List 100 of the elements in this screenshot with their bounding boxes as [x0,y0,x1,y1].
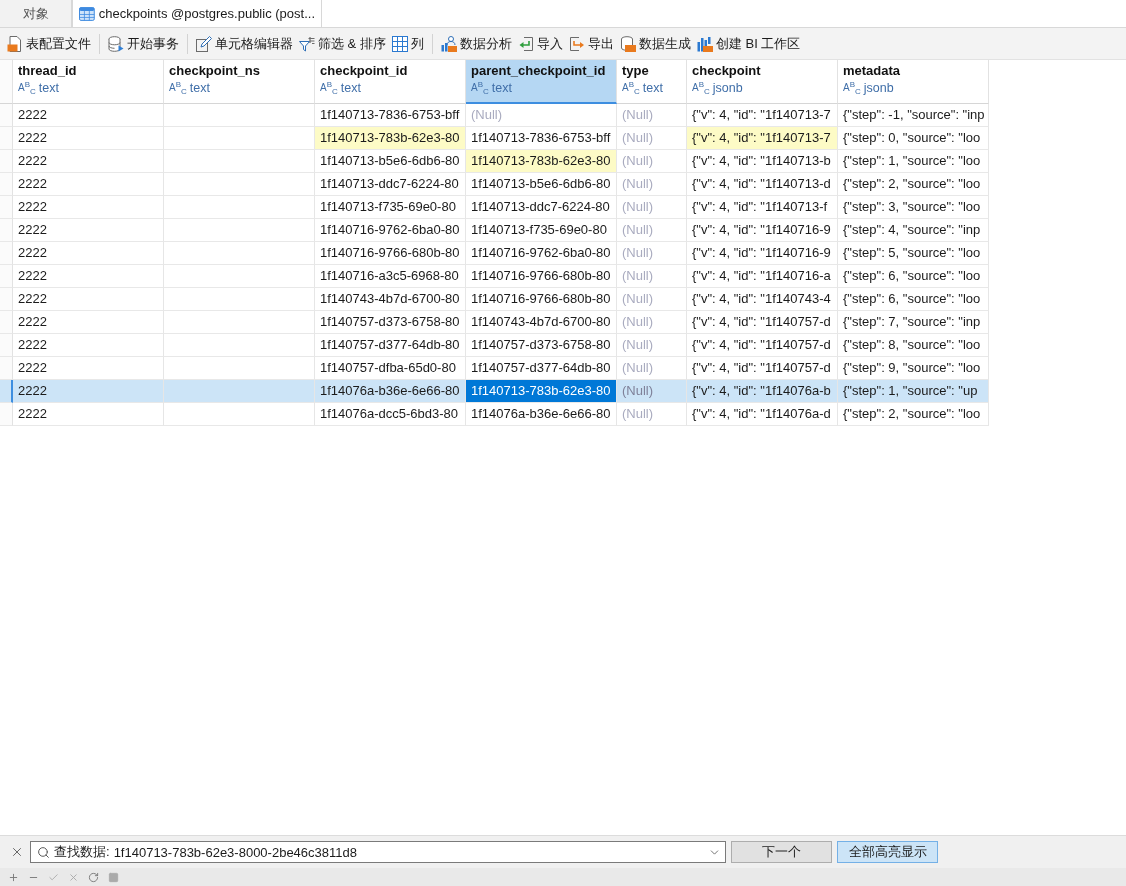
table-cell: 1f140713-f735-69e0-80 [315,196,466,219]
table-cell: (Null) [466,104,617,127]
table-cell: {"v": 4, "id": "1f140716-9 [687,242,838,265]
table-cell: {"v": 4, "id": "1f140716-9 [687,219,838,242]
table-cell: {"step": 6, "source": "loo [838,288,989,311]
table-cell: 1f140713-7836-6753-bff [466,127,617,150]
table-cell: 1f140716-9766-680b-80 [466,265,617,288]
table-cell: 1f140757-d373-6758-80 [315,311,466,334]
table-cell: 2222 [13,219,164,242]
toolbar-button[interactable]: 数据分析 [437,30,515,57]
column-name: checkpoint_id [320,63,408,78]
toolbar-button[interactable]: 开始事务 [105,30,182,57]
table-cell: 1f140713-7836-6753-bff [315,104,466,127]
table-cell: (Null) [617,196,687,219]
pencil-icon [196,35,212,52]
close-icon[interactable] [68,871,79,883]
table-cell: (Null) [617,104,687,127]
table-cell: {"v": 4, "id": "1f140757-d [687,357,838,380]
table-cell: 1f140716-9762-6ba0-80 [315,219,466,242]
table-cell: 2222 [13,357,164,380]
table-cell: {"v": 4, "id": "1f140757-d [687,334,838,357]
table-cell: 1f140743-4b7d-6700-80 [315,288,466,311]
table-cell: {"step": 1, "source": "loo [838,150,989,173]
filter-icon [299,35,315,52]
column-header[interactable]: parent_checkpoint_id A$^{B}$$_{C}$ text [466,60,617,104]
plus-icon[interactable] [8,871,19,883]
table-cell: 1f140743-4b7d-6700-80 [466,311,617,334]
toolbar-button[interactable]: 数据生成 [616,30,694,57]
toolbar-button[interactable]: 导入 [514,30,566,57]
table-cell: 1f140713-b5e6-6db6-80 [315,150,466,173]
close-icon [10,845,24,859]
table-cell: {"step": -1, "source": "inp [838,104,989,127]
database-icon [619,35,636,52]
table-cell: 1f140757-dfba-65d0-80 [315,357,466,380]
table-cell: {"step": 4, "source": "inp [838,219,989,242]
column-header[interactable]: checkpoint A$^{B}$$_{C}$ jsonb [687,60,838,104]
table-cell: (Null) [617,265,687,288]
column-name: checkpoint [692,63,761,78]
table-cell: (Null) [617,357,687,380]
table-cell: 2222 [13,127,164,150]
table-cell: (Null) [617,219,687,242]
table-cell: 2222 [13,173,164,196]
toolbar-button[interactable]: 表配置文件 [4,30,94,57]
table-cell: (Null) [617,242,687,265]
stop-icon[interactable] [108,871,119,883]
table-cell: 1f140713-783b-62e3-80 [466,150,617,173]
table-cell: {"v": 4, "id": "1f14076a-d [687,403,838,426]
toolbar-button[interactable]: 单元格编辑器 [193,30,296,57]
table-cell: (Null) [617,403,687,426]
table-cell: {"v": 4, "id": "1f140713-d [687,173,838,196]
bar-chart-icon [696,35,713,52]
table-cell: (Null) [617,173,687,196]
search-value: 1f140713-783b-62e3-8000-2be46c3811d8 [113,844,357,860]
column-header[interactable]: type A$^{B}$$_{C}$ text [617,60,687,104]
table-cell: 2222 [13,380,164,403]
table-cell: (Null) [617,311,687,334]
table-cell: 1f140757-d373-6758-80 [466,334,617,357]
column-name: metadata [843,63,901,78]
column-header[interactable]: metadata A$^{B}$$_{C}$ jsonb [838,60,989,104]
table-cell: 2222 [13,242,164,265]
column-header[interactable]: checkpoint_id A$^{B}$$_{C}$ text [315,60,466,104]
toolbar-button[interactable]: 创建 BI 工作区 [693,30,804,57]
toolbar-button[interactable]: 导出 [565,30,617,57]
table-cell: 1f140713-f735-69e0-80 [466,219,617,242]
table-cell: 1f14076a-b36e-6e66-80 [315,380,466,403]
toolbar-button[interactable]: 列 [388,30,427,57]
check-icon[interactable] [48,871,59,883]
table-cell: {"v": 4, "id": "1f140713-7 [687,104,838,127]
tab[interactable]: 对象 [0,0,72,27]
table-cell: 1f140713-783b-62e3-80 [315,127,466,150]
table-cell: {"step": 5, "source": "loo [838,242,989,265]
database-icon [108,35,124,52]
search-field[interactable]: 查找数据: 1f140713-783b-62e3-8000-2be46c3811d8 [30,841,726,863]
toolbar-button[interactable]: 筛选 & 排序 [296,30,389,57]
table-cell: 2222 [13,311,164,334]
table-cell: {"step": 6, "source": "loo [838,265,989,288]
refresh-icon[interactable] [88,871,99,883]
row-header[interactable] [0,380,13,403]
arrow-icon [517,35,534,52]
table-cell: {"v": 4, "id": "1f14076a-b [687,380,838,403]
table-cell: 1f140713-783b-62e3-80 [466,380,617,403]
table-cell: 2222 [13,288,164,311]
highlight-all-button[interactable]: 全部高亮显示 [837,841,938,863]
column-name: type [622,63,649,78]
column-header[interactable]: checkpoint_ns A$^{B}$$_{C}$ text [164,60,315,104]
table-cell: (Null) [617,127,687,150]
table-cell: {"v": 4, "id": "1f140757-d [687,311,838,334]
table-cell: 2222 [13,265,164,288]
table-cell: 1f140716-a3c5-6968-80 [315,265,466,288]
table-cell: 2222 [13,334,164,357]
table-cell: 1f140757-d377-64db-80 [466,357,617,380]
table-cell: {"step": 2, "source": "loo [838,403,989,426]
column-header[interactable]: thread_id A$^{B}$$_{C}$ text [13,60,164,104]
table-cell: {"step": 0, "source": "loo [838,127,989,150]
table-cell: 1f140716-9762-6ba0-80 [466,242,617,265]
table-cell: (Null) [617,380,687,403]
table-cell: 1f140716-9766-680b-80 [466,288,617,311]
tab[interactable]: checkpoints @postgres.public (post... [72,0,322,27]
next-button[interactable]: 下一个 [731,841,832,863]
column-type: text [340,81,361,95]
